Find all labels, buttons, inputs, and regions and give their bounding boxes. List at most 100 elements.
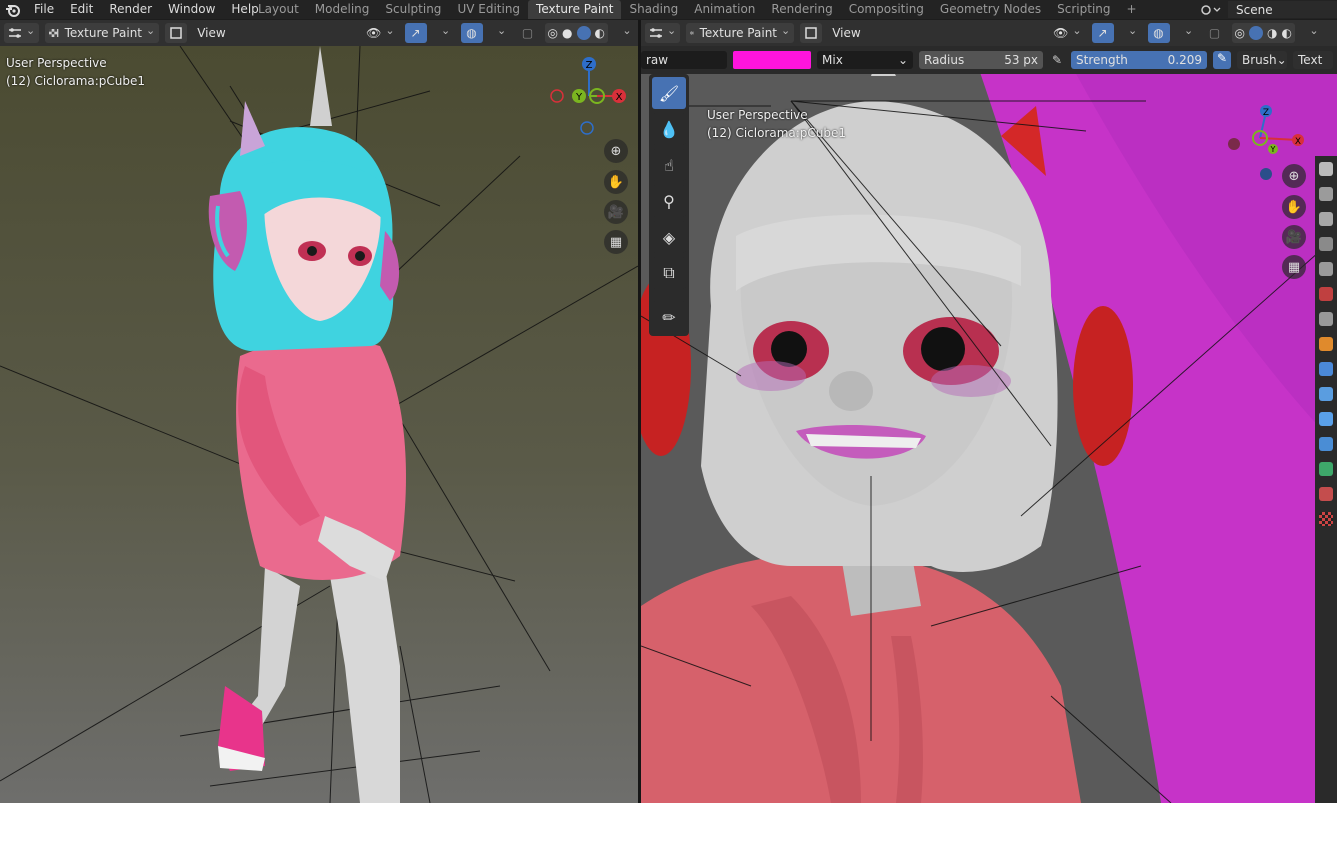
xray-toggle-right[interactable]: ▢	[1204, 23, 1226, 43]
left-viewport-canvas[interactable]: User Perspective (12) Ciclorama:pCube1 Z…	[0, 46, 638, 803]
toolbar-separator	[652, 293, 686, 297]
view-menu-right[interactable]: View	[828, 23, 864, 43]
rendered-shading-icon[interactable]: ◐	[595, 26, 605, 40]
tab-uv-editing[interactable]: UV Editing	[449, 0, 528, 19]
annotate-tool[interactable]: ✏	[652, 301, 686, 333]
object-properties-icon[interactable]	[1319, 337, 1333, 351]
zoom-icon[interactable]: ⊕	[1282, 164, 1306, 188]
visibility-dropdown-right[interactable]: 👁	[1049, 23, 1085, 43]
tool-properties-icon[interactable]	[1319, 162, 1333, 176]
tab-compositing[interactable]: Compositing	[841, 0, 932, 19]
constraints-icon[interactable]	[1319, 437, 1333, 451]
paint-mask-toggle-right[interactable]	[800, 23, 823, 43]
menu-window[interactable]: Window	[160, 0, 223, 19]
overlay-dropdown-right[interactable]	[1176, 23, 1198, 43]
solid-shading-icon[interactable]	[1249, 26, 1264, 40]
mask-tool[interactable]: ⧉	[652, 257, 686, 289]
scene-selector[interactable]: Scene	[1200, 0, 1337, 19]
pan-hand-icon[interactable]: ✋	[604, 170, 628, 194]
ortho-grid-icon[interactable]: ▦	[604, 230, 628, 254]
visibility-dropdown[interactable]: 👁	[362, 23, 398, 43]
right-viewport-canvas[interactable]: User Perspective (12) Ciclorama:pCube1 Z…	[641, 46, 1337, 803]
gizmo-dropdown-right[interactable]	[1120, 23, 1142, 43]
add-workspace-button[interactable]: +	[1119, 0, 1145, 19]
tab-rendering[interactable]: Rendering	[763, 0, 840, 19]
clone-tool[interactable]: ⚲	[652, 185, 686, 217]
texture-properties-icon[interactable]	[1319, 512, 1333, 526]
editor-type-button-right[interactable]	[645, 23, 681, 43]
shading-dropdown-right[interactable]	[1301, 23, 1323, 43]
draw-brush-tool[interactable]: 🖌	[652, 77, 686, 109]
gizmo-toggle-right[interactable]: ↗	[1091, 23, 1114, 43]
texture-menu[interactable]: Text	[1293, 51, 1333, 69]
camera-icon[interactable]: 🎥	[604, 200, 628, 224]
output-properties-icon[interactable]	[1319, 212, 1333, 226]
editor-type-icon	[650, 28, 662, 38]
solid-shading-icon[interactable]: ●	[562, 26, 572, 40]
smear-tool[interactable]: ☝	[652, 149, 686, 181]
tab-shading[interactable]: Shading	[621, 0, 686, 19]
gizmo-dropdown[interactable]	[433, 23, 455, 43]
rendered-shading-icon[interactable]: ◐	[1282, 26, 1292, 40]
collection-icon[interactable]	[1319, 312, 1333, 326]
overlay-dropdown[interactable]	[489, 23, 511, 43]
brush-color-swatch[interactable]	[733, 51, 811, 69]
tab-modeling[interactable]: Modeling	[307, 0, 378, 19]
perspective-label-right: User Perspective	[707, 108, 808, 122]
face-mask-icon	[805, 27, 817, 39]
strength-slider[interactable]: Strength 0.209	[1071, 51, 1207, 69]
material-preview-icon[interactable]	[576, 26, 591, 40]
menu-render[interactable]: Render	[101, 0, 160, 19]
pressure-radius-icon[interactable]: ✎	[1049, 53, 1065, 67]
scene-name-field[interactable]: Scene	[1228, 1, 1337, 18]
overlay-toggle[interactable]: ◍	[460, 23, 483, 43]
view-layer-icon[interactable]	[1319, 237, 1333, 251]
tab-animation[interactable]: Animation	[686, 0, 763, 19]
view-menu[interactable]: View	[193, 23, 229, 43]
shading-modes: ◎ ● ◐	[544, 23, 608, 43]
editor-type-button[interactable]	[4, 23, 40, 43]
gizmo-toggle[interactable]: ↗	[404, 23, 427, 43]
mode-selector[interactable]: Texture Paint	[45, 23, 160, 43]
render-properties-icon[interactable]	[1319, 187, 1333, 201]
pan-hand-icon[interactable]: ✋	[1282, 195, 1306, 219]
navigation-gizmo[interactable]: Z X Y	[545, 54, 633, 144]
blend-mode-dropdown[interactable]: Mix ⌄	[817, 51, 913, 69]
tab-scripting[interactable]: Scripting	[1049, 0, 1118, 19]
brush-name-field[interactable]: raw	[641, 51, 727, 69]
menu-file[interactable]: File	[26, 0, 62, 19]
fill-tool[interactable]: ◈	[652, 221, 686, 253]
tab-texture-paint[interactable]: Texture Paint	[528, 0, 622, 19]
blender-logo-icon[interactable]	[0, 0, 26, 19]
camera-icon[interactable]: 🎥	[1282, 225, 1306, 249]
properties-sidebar-strip	[1315, 156, 1337, 803]
scene-properties-icon[interactable]	[1319, 262, 1333, 276]
wireframe-shading-icon[interactable]: ◎	[1235, 26, 1245, 40]
menu-edit[interactable]: Edit	[62, 0, 101, 19]
modifier-properties-icon[interactable]	[1319, 362, 1333, 376]
strength-label: Strength	[1076, 53, 1128, 67]
radius-slider[interactable]: Radius 53 px	[919, 51, 1043, 69]
particles-icon[interactable]	[1319, 387, 1333, 401]
ortho-grid-icon[interactable]: ▦	[1282, 255, 1306, 279]
paint-mask-toggle[interactable]	[165, 23, 188, 43]
mode-selector-right[interactable]: Texture Paint	[686, 23, 795, 43]
data-properties-icon[interactable]	[1319, 462, 1333, 476]
zoom-icon[interactable]: ⊕	[604, 139, 628, 163]
brush-menu[interactable]: Brush ⌄	[1237, 51, 1287, 69]
tab-sculpting[interactable]: Sculpting	[377, 0, 449, 19]
wireframe-shading-icon[interactable]: ◎	[548, 26, 558, 40]
xray-toggle[interactable]: ▢	[517, 23, 539, 43]
tab-geometry-nodes[interactable]: Geometry Nodes	[932, 0, 1049, 19]
pressure-strength-icon[interactable]: ✎	[1213, 51, 1231, 69]
soften-tool[interactable]: 💧	[652, 113, 686, 145]
overlay-icon: ◍	[1153, 26, 1164, 40]
physics-icon[interactable]	[1319, 412, 1333, 426]
material-preview-icon[interactable]: ◑	[1267, 26, 1277, 40]
texture-paint-mode-icon	[690, 31, 694, 35]
world-properties-icon[interactable]	[1319, 287, 1333, 301]
shading-dropdown[interactable]	[614, 23, 636, 43]
material-properties-icon[interactable]	[1319, 487, 1333, 501]
overlay-toggle-right[interactable]: ◍	[1147, 23, 1170, 43]
tab-layout[interactable]: Layout	[250, 0, 307, 19]
